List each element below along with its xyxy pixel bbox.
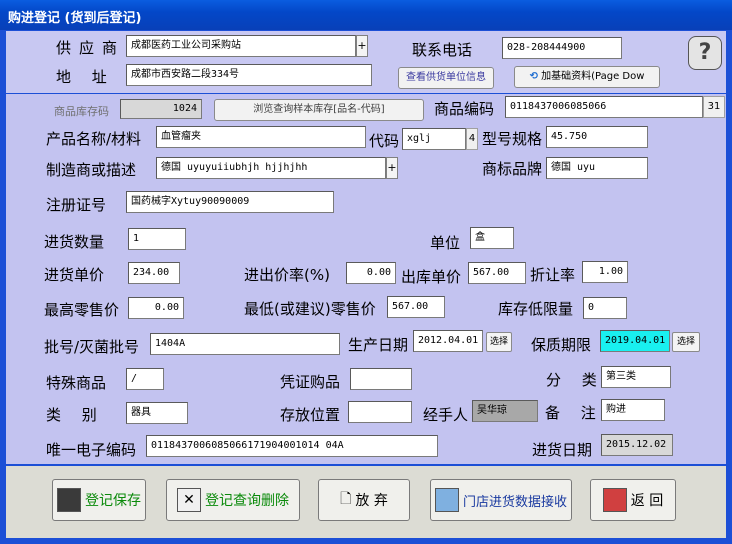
unit-label: 单位 xyxy=(430,234,461,252)
phone-field[interactable]: 028-208444900 xyxy=(502,37,622,59)
title-bar: 购进登记 (货到后登记) xyxy=(0,0,732,30)
brand-label: 商标品牌 xyxy=(482,160,543,178)
price-ratio-label: 进出价率(%) xyxy=(244,266,330,284)
product-name-field[interactable]: 血管瘤夹 xyxy=(156,126,366,148)
discount-label: 折让率 xyxy=(530,266,576,284)
ecode-label: 唯一电子编码 xyxy=(46,441,137,459)
registration-label: 注册证号 xyxy=(46,196,107,214)
batch-label: 批号/灭菌批号 xyxy=(44,338,140,356)
voucher-field[interactable] xyxy=(350,368,412,390)
expiry-field[interactable]: 2019.04.01 xyxy=(600,330,670,352)
min-retail-label: 最低(或建议)零售价 xyxy=(244,300,376,318)
address-field[interactable]: 成都市西安路二段334号 xyxy=(126,64,372,86)
refresh-icon: ⟲ xyxy=(529,71,538,82)
voucher-label: 凭证购品 xyxy=(280,373,341,391)
address-label: 地 址 xyxy=(56,68,115,86)
min-retail-field[interactable]: 567.00 xyxy=(387,296,445,318)
delete-record-icon: ✕ xyxy=(177,488,201,512)
stock-code-label: 商品库存码 xyxy=(54,105,109,118)
location-field[interactable] xyxy=(348,401,412,423)
registration-field[interactable]: 国药械字Xytuy90090009 xyxy=(126,191,334,213)
expiry-select-button[interactable]: 选择 xyxy=(672,332,700,352)
view-supplier-button[interactable]: 查看供货单位信息 xyxy=(398,67,494,89)
out-price-label: 出库单价 xyxy=(401,268,462,286)
document-icon: 🗋 xyxy=(340,491,352,507)
class-field[interactable]: 第三类 xyxy=(601,366,671,388)
handler-field[interactable]: 吴华琼 xyxy=(472,400,538,422)
query-delete-button[interactable]: ✕ 登记查询删除 xyxy=(166,479,300,521)
discount-field[interactable]: 1.00 xyxy=(582,261,628,283)
note-label: 备 注 xyxy=(545,404,604,422)
brand-field[interactable]: 德国 uyu xyxy=(546,157,648,179)
mfg-date-label: 生产日期 xyxy=(348,336,409,354)
add-base-data-button[interactable]: ⟲ 加基础资料(Page Dow xyxy=(514,66,660,88)
stock-code-field: 1024 xyxy=(120,99,202,119)
in-date-label: 进货日期 xyxy=(532,441,593,459)
network-computers-icon xyxy=(434,488,459,512)
short-code-field[interactable]: xglj xyxy=(402,128,466,150)
class-label: 分 类 xyxy=(546,371,605,389)
product-code-field[interactable]: 0118437006085066 xyxy=(505,96,703,118)
stock-min-label: 库存低限量 xyxy=(498,300,574,318)
maker-expand-button[interactable]: + xyxy=(386,157,398,179)
mfg-date-select-button[interactable]: 选择 xyxy=(486,332,512,352)
maker-field[interactable]: 德国 uyuyuiiubhjh hjjhjhh xyxy=(156,157,386,179)
save-button[interactable]: 登记保存 xyxy=(52,479,146,521)
exit-door-icon xyxy=(602,488,627,512)
in-date-field: 2015.12.02 xyxy=(601,434,673,456)
quantity-label: 进货数量 xyxy=(44,233,105,251)
discard-button[interactable]: 🗋 放 弃 xyxy=(318,479,410,521)
quantity-field[interactable]: 1 xyxy=(128,228,186,250)
phone-label: 联系电话 xyxy=(412,41,473,59)
receive-data-button[interactable]: 门店进货数据接收 xyxy=(430,479,572,521)
help-icon[interactable]: ? xyxy=(688,36,722,70)
max-retail-field[interactable]: 0.00 xyxy=(128,297,184,319)
purchase-price-label: 进货单价 xyxy=(44,266,105,284)
mfg-date-field[interactable]: 2012.04.01 xyxy=(413,330,483,352)
spec-label: 型号规格 xyxy=(482,130,543,148)
window-title: 购进登记 (货到后登记) xyxy=(8,11,142,26)
stock-min-field[interactable]: 0 xyxy=(583,297,627,319)
handler-label: 经手人 xyxy=(423,406,469,424)
purchase-price-field[interactable]: 234.00 xyxy=(128,262,180,284)
supplier-label: 供应商 xyxy=(56,39,126,57)
category-label: 类 别 xyxy=(46,406,105,424)
supplier-field[interactable]: 成都医药工业公司采购站 xyxy=(126,35,356,57)
spec-field[interactable]: 45.750 xyxy=(546,126,648,148)
short-code-length: 4 xyxy=(466,128,478,150)
supplier-expand-button[interactable]: + xyxy=(356,35,368,57)
note-field[interactable]: 购进 xyxy=(601,399,665,421)
out-price-field[interactable]: 567.00 xyxy=(468,262,526,284)
price-ratio-field[interactable]: 0.00 xyxy=(346,262,396,284)
floppy-disk-icon xyxy=(57,488,81,512)
expiry-label: 保质期限 xyxy=(531,336,592,354)
batch-field[interactable]: 1404A xyxy=(150,333,340,355)
special-label: 特殊商品 xyxy=(46,374,107,392)
unit-field[interactable]: 盒 xyxy=(470,227,514,249)
short-code-label: 代码 xyxy=(369,132,400,150)
location-label: 存放位置 xyxy=(280,406,341,424)
special-field[interactable]: / xyxy=(126,368,164,390)
category-field[interactable]: 器具 xyxy=(126,402,188,424)
product-code-length: 31 xyxy=(703,96,725,118)
product-name-label: 产品名称/材料 xyxy=(46,130,142,148)
ecode-field[interactable]: 0118437006085066171904001014 04A xyxy=(146,435,438,457)
product-code-label: 商品编码 xyxy=(434,100,495,118)
browse-sample-button[interactable]: 浏览查询样本库存[品名-代码] xyxy=(214,99,424,121)
back-button[interactable]: 返 回 xyxy=(590,479,676,521)
maker-label: 制造商或描述 xyxy=(46,161,137,179)
max-retail-label: 最高零售价 xyxy=(44,301,120,319)
